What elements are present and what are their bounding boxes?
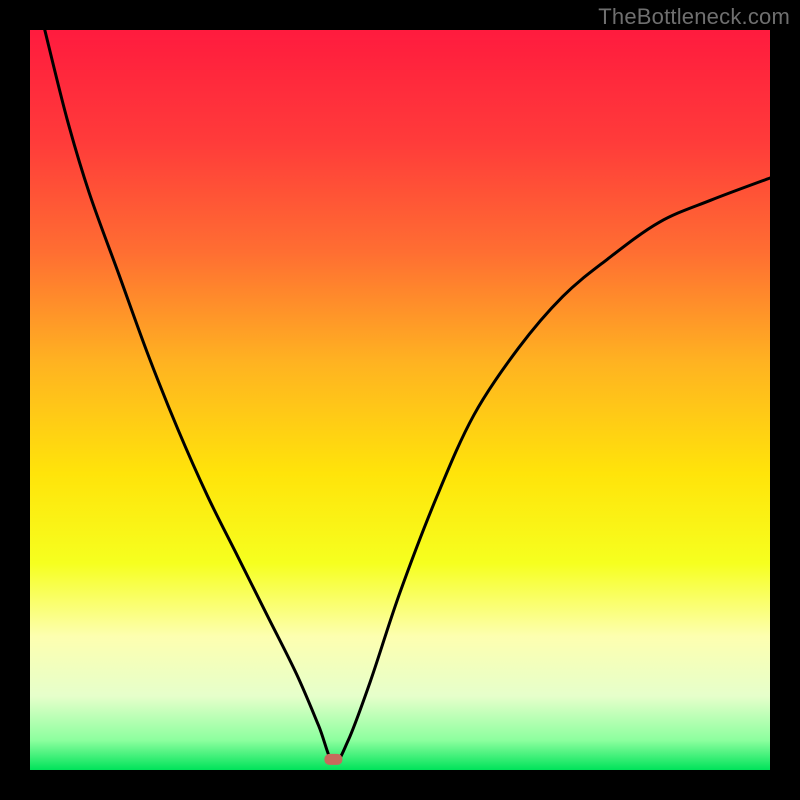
gradient-background xyxy=(30,30,770,770)
chart-frame: TheBottleneck.com xyxy=(0,0,800,800)
watermark-text: TheBottleneck.com xyxy=(598,4,790,30)
plot-area xyxy=(30,30,770,770)
optimum-marker xyxy=(324,754,342,765)
chart-svg xyxy=(30,30,770,770)
